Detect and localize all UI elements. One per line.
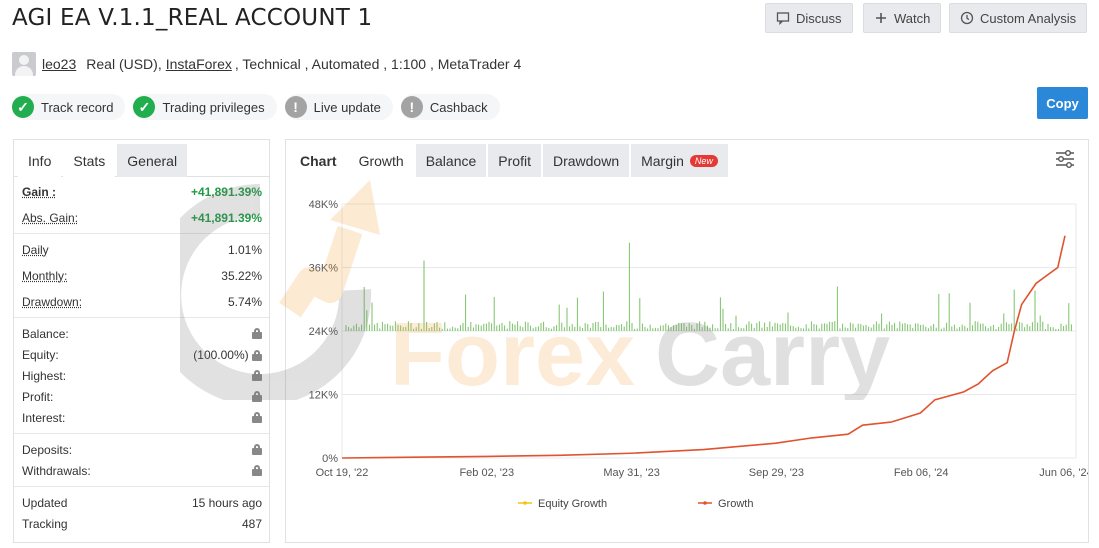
updated-label: Updated — [22, 495, 68, 510]
updated-value: 15 hours ago — [191, 495, 262, 510]
tracking-value: 487 — [241, 516, 262, 531]
copy-button[interactable]: Copy — [1037, 87, 1088, 119]
tab-margin-label: Margin — [641, 152, 684, 169]
gain-label: Gain : — [22, 184, 57, 199]
page-title: AGI EA V.1.1_REAL ACCOUNT 1 — [12, 5, 373, 31]
lock-icon — [252, 412, 262, 423]
chart-legend: Equity Growth Growth — [518, 498, 753, 510]
growth-series-line — [341, 235, 1066, 459]
daily-value: 1.01% — [227, 242, 262, 257]
filter-settings-icon[interactable] — [1054, 148, 1076, 170]
tab-profit[interactable]: Profit — [488, 144, 541, 177]
x-tick-label: Feb 06, '24 — [894, 467, 949, 479]
custom-analysis-label: Custom Analysis — [980, 10, 1077, 26]
monthly-label: Monthly: — [22, 268, 68, 283]
gain-value: +41,891.39% — [190, 184, 262, 199]
tab-chart[interactable]: Chart — [290, 144, 347, 177]
daily-label: Daily — [22, 242, 49, 257]
equity-value: (100.00%) — [193, 347, 249, 362]
badge-label: Live update — [313, 99, 381, 115]
lock-icon — [252, 444, 262, 455]
balance-label: Balance: — [22, 326, 69, 341]
watch-label: Watch — [894, 10, 931, 26]
interest-label: Interest: — [22, 410, 66, 425]
y-tick-label: 12K% — [309, 390, 339, 402]
clock-icon — [960, 11, 974, 25]
equity-label: Equity: — [22, 347, 59, 362]
deposits-label: Deposits: — [22, 442, 73, 457]
avatar[interactable] — [12, 52, 36, 76]
lock-icon — [252, 465, 262, 476]
lock-icon — [252, 370, 262, 381]
tab-drawdown[interactable]: Drawdown — [542, 144, 630, 177]
new-badge: New — [689, 154, 718, 167]
monthly-value: 35.22% — [221, 268, 262, 283]
x-tick-label: Sep 29, '23 — [749, 467, 804, 479]
x-tick-label: Oct 19, '22 — [316, 467, 369, 479]
y-tick-label: 48K% — [309, 199, 339, 211]
account-meta: leo23 Real (USD), InstaForex , Technical… — [12, 52, 521, 76]
tab-general[interactable]: General — [117, 144, 188, 177]
check-icon: ✓ — [12, 96, 34, 118]
plus-icon — [876, 13, 886, 23]
broker-link[interactable]: InstaForex — [166, 56, 232, 72]
check-icon: ✓ — [133, 96, 156, 118]
badge-label: Trading privileges — [162, 99, 265, 115]
tab-stats[interactable]: Stats — [63, 144, 116, 177]
legend-growth: Growth — [718, 498, 753, 510]
user-link[interactable]: leo23 — [42, 56, 76, 72]
abs-gain-label: Abs. Gain: — [22, 210, 79, 225]
growth-chart: 0% 12K% 24K% 36K% 48K% Oct 19, '22 Feb 02, '2… — [309, 199, 1088, 510]
withdrawals-label: Withdrawals: — [22, 463, 91, 478]
lock-icon — [252, 349, 262, 361]
abs-gain-value: +41,891.39% — [190, 210, 262, 225]
tab-balance[interactable]: Balance — [415, 144, 487, 177]
y-tick-label: 36K% — [309, 263, 339, 275]
comment-icon — [776, 12, 790, 25]
watch-button[interactable]: Watch — [863, 3, 942, 33]
badge-cashback[interactable]: ! Cashback — [400, 94, 500, 120]
badge-label: Track record — [41, 99, 114, 115]
badge-track-record[interactable]: ✓ Track record — [12, 94, 126, 120]
verification-badges: ✓ Track record ✓ Trading privileges ! Li… — [12, 94, 500, 120]
x-tick-label: Feb 02, '23 — [459, 467, 514, 479]
tracking-label: Tracking — [22, 516, 68, 531]
account-details: , Technical , Automated , 1:100 , MetaTr… — [234, 56, 522, 72]
custom-analysis-button[interactable]: Custom Analysis — [949, 3, 1088, 33]
badge-trading-privileges[interactable]: ✓ Trading privileges — [133, 94, 277, 120]
tab-growth[interactable]: Growth — [348, 144, 414, 177]
x-tick-label: Jun 06, '24 — [1039, 467, 1088, 479]
drawdown-label: Drawdown: — [22, 294, 83, 309]
x-tick-label: May 31, '23 — [603, 467, 660, 479]
chart-panel: Chart Growth Balance Profit Drawdown Mar… — [285, 139, 1089, 543]
badge-live-update[interactable]: ! Live update — [284, 94, 393, 120]
lock-icon — [252, 328, 262, 339]
drawdown-value: 5.74% — [227, 294, 262, 309]
tab-margin[interactable]: Margin New — [631, 144, 728, 177]
y-tick-label: 0% — [322, 453, 338, 465]
tab-info[interactable]: Info — [18, 144, 62, 177]
discuss-label: Discuss — [796, 10, 842, 26]
badge-label: Cashback — [429, 99, 488, 115]
lock-icon — [252, 391, 262, 402]
legend-equity-growth: Equity Growth — [538, 498, 607, 510]
exclamation-icon: ! — [400, 96, 423, 118]
exclamation-icon: ! — [284, 96, 307, 118]
stats-panel: Info Stats General Gain : +41,891.39% Abs… — [13, 139, 270, 543]
discuss-button[interactable]: Discuss — [765, 3, 853, 33]
profit-label: Profit: — [22, 389, 54, 404]
highest-label: Highest: — [22, 368, 67, 383]
account-type: Real (USD), — [86, 56, 162, 72]
y-tick-label: 24K% — [309, 326, 339, 338]
